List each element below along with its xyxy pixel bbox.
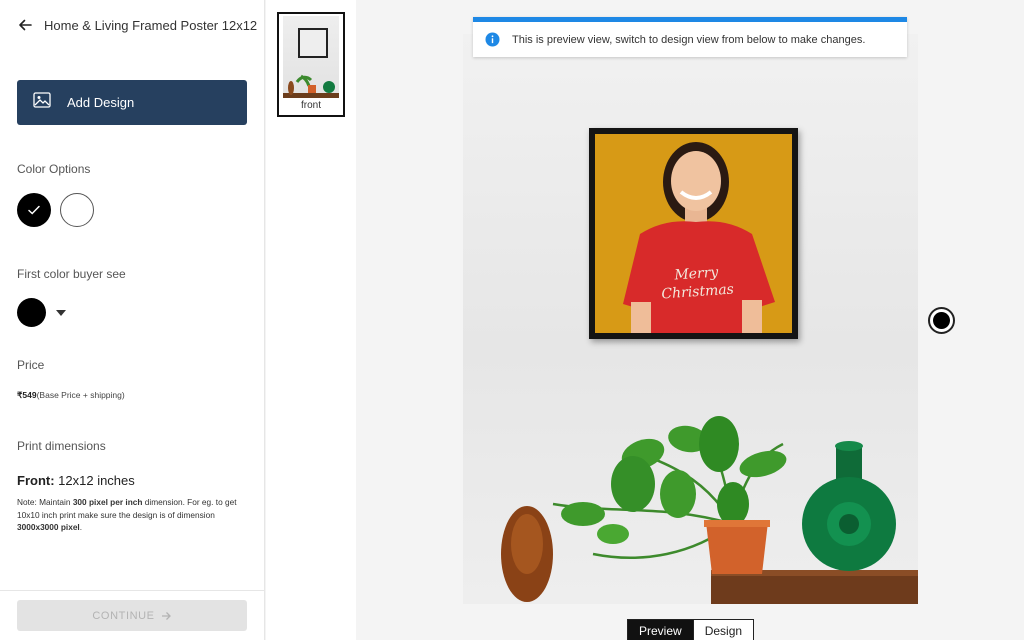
front-dimension: Front: 12x12 inches [17, 473, 135, 488]
left-panel: Home & Living Framed Poster 12x12 Add De… [0, 0, 265, 640]
thumbnail-frame [298, 28, 328, 58]
arrow-right-icon [161, 611, 171, 620]
view-toggle: Preview Design [627, 619, 755, 640]
continue-label: CONTINUE [92, 609, 155, 622]
back-arrow-icon[interactable] [16, 16, 34, 34]
poster-person [623, 142, 775, 333]
print-dimensions-label: Print dimensions [17, 439, 106, 453]
first-color-swatch [17, 298, 46, 327]
image-icon [33, 92, 51, 113]
tab-preview[interactable]: Preview [627, 619, 694, 640]
check-icon [28, 205, 40, 215]
color-options-label: Color Options [17, 162, 91, 176]
price-value: ₹549(Base Price + shipping) [17, 390, 125, 401]
note-prefix: Note: Maintain [17, 497, 73, 507]
poster-frame: Merry Christmas [589, 128, 798, 339]
shirt-text: Merry Christmas [654, 262, 740, 304]
header-row: Home & Living Framed Poster 12x12 [16, 16, 257, 34]
tab-design[interactable]: Design [693, 619, 755, 640]
info-icon [485, 32, 500, 47]
poster-artwork: Merry Christmas [595, 134, 792, 333]
info-banner-text: This is preview view, switch to design v… [512, 33, 866, 46]
thumbnail-label: front [300, 100, 321, 111]
price-note: (Base Price + shipping) [36, 390, 125, 400]
front-dimension-value: 12x12 inches [54, 473, 135, 488]
add-design-label: Add Design [67, 95, 135, 110]
info-banner: This is preview view, switch to design v… [473, 17, 907, 57]
thumbnail-image [283, 16, 339, 98]
thumbnail-plants [283, 74, 339, 98]
color-swatch-white[interactable] [60, 193, 94, 227]
add-design-button[interactable]: Add Design [17, 80, 247, 125]
front-dimension-label: Front: [17, 473, 55, 488]
continue-button[interactable]: CONTINUE [17, 600, 247, 631]
first-color-label: First color buyer see [17, 267, 126, 281]
page-title: Home & Living Framed Poster 12x12 [44, 17, 258, 33]
note-pixel-size: 3000x3000 pixel [17, 522, 80, 532]
color-swatch-black[interactable] [17, 193, 51, 227]
note-end: . [79, 522, 83, 532]
note-ppi: 300 pixel per inch [72, 497, 143, 507]
price-label: Price [17, 358, 45, 372]
dimension-note: Note: Maintain 300 pixel per inch dimens… [17, 496, 252, 534]
footer-divider [0, 590, 265, 591]
price-amount: ₹549 [17, 390, 37, 400]
first-color-dropdown[interactable] [17, 298, 66, 327]
color-indicator-dot[interactable] [928, 307, 955, 334]
thumbnail-column: front [266, 0, 356, 640]
chevron-down-icon [56, 309, 66, 316]
thumbnail-front[interactable]: front [277, 12, 345, 117]
